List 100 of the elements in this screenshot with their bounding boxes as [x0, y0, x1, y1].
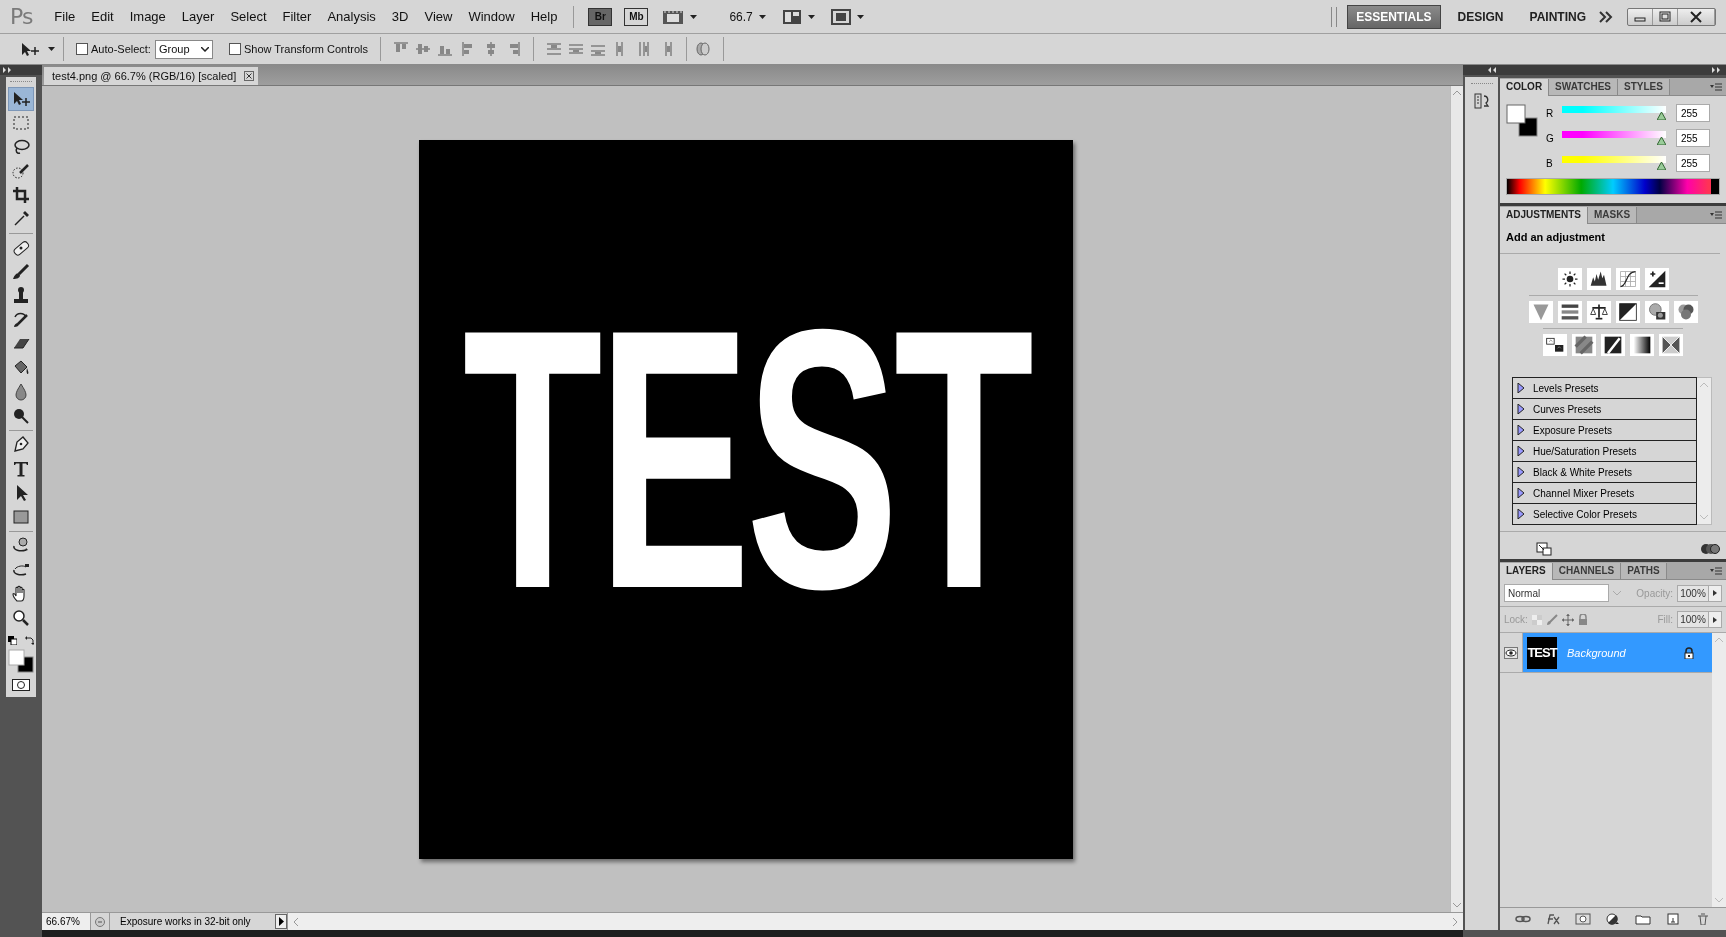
- channel-value-field[interactable]: 255: [1676, 154, 1710, 172]
- play-arrow-icon[interactable]: [1713, 616, 1717, 623]
- menu-item[interactable]: Filter: [274, 9, 320, 24]
- caret-icon[interactable]: [48, 47, 55, 51]
- panel-tab[interactable]: CHANNELS: [1552, 563, 1622, 579]
- menu-item[interactable]: Layer: [173, 9, 223, 24]
- move-tool-icon[interactable]: [20, 41, 42, 57]
- color-spectrum[interactable]: [1506, 178, 1720, 195]
- history-panel-icon[interactable]: [1472, 92, 1491, 110]
- posterize-icon[interactable]: [1572, 334, 1596, 356]
- foreground-background-swatch-icon[interactable]: [1506, 104, 1538, 138]
- menu-item[interactable]: File: [46, 9, 84, 24]
- workspace-button[interactable]: DESIGN: [1448, 4, 1513, 29]
- channel-value-field[interactable]: 255: [1676, 104, 1710, 122]
- link-layers-icon[interactable]: [1515, 913, 1531, 925]
- status-menu-icon[interactable]: [275, 914, 287, 929]
- document-tab[interactable]: test4.png @ 66.7% (RGB/16) [scaled]: [44, 67, 259, 85]
- collapsed-triangle-icon[interactable]: [1517, 383, 1525, 393]
- panel-tab[interactable]: LAYERS: [1500, 563, 1553, 580]
- channel-value-field[interactable]: 255: [1676, 129, 1710, 147]
- quick-mask-icon[interactable]: [12, 679, 30, 691]
- exposure-icon[interactable]: [1644, 268, 1669, 290]
- caret-icon[interactable]: [856, 14, 864, 19]
- color-swatches-icon[interactable]: [8, 649, 34, 673]
- fill-field[interactable]: 100%: [1677, 611, 1709, 628]
- desaturate-icon[interactable]: [1615, 301, 1640, 323]
- new-group-icon[interactable]: [1635, 913, 1651, 925]
- levels-icon[interactable]: [1586, 268, 1611, 290]
- slider-thumb-icon[interactable]: [1657, 162, 1666, 170]
- panel-menu-icon[interactable]: [1710, 210, 1722, 219]
- panel-tab[interactable]: ADJUSTMENTS: [1500, 207, 1588, 224]
- layer-row[interactable]: TEST Background: [1523, 633, 1712, 672]
- threshold-icon[interactable]: [1601, 334, 1625, 356]
- auto-align-icon[interactable]: [695, 42, 712, 56]
- collapsed-triangle-icon[interactable]: [1517, 509, 1525, 519]
- preset-item[interactable]: Levels Presets: [1513, 378, 1697, 399]
- default-colors-icon[interactable]: [8, 636, 17, 645]
- photo-filter-icon[interactable]: [1644, 301, 1669, 323]
- channel-slider[interactable]: [1562, 156, 1666, 170]
- menu-item[interactable]: View: [416, 9, 461, 24]
- checkbox[interactable]: [76, 43, 88, 55]
- preset-item[interactable]: Curves Presets: [1513, 399, 1697, 420]
- gradient-map-icon[interactable]: [1630, 334, 1654, 356]
- move-tool-icon[interactable]: [8, 87, 34, 111]
- close-icon[interactable]: [244, 71, 255, 81]
- arrange-documents-icon[interactable]: [781, 8, 802, 25]
- opacity-field[interactable]: 100%: [1677, 584, 1709, 602]
- channel-slider[interactable]: [1562, 106, 1666, 120]
- hue-saturation-icon[interactable]: [1557, 301, 1582, 323]
- preset-item[interactable]: Channel Mixer Presets: [1513, 483, 1697, 504]
- preset-item[interactable]: Exposure Presets: [1513, 420, 1697, 441]
- expand-panel-icon[interactable]: [1712, 67, 1722, 73]
- mini-bridge-button[interactable]: Mb: [624, 7, 649, 26]
- play-arrow-icon[interactable]: [1713, 590, 1717, 596]
- slider-thumb-icon[interactable]: [1657, 112, 1666, 120]
- menu-item[interactable]: Image: [121, 9, 174, 24]
- workspace-button[interactable]: PAINTING: [1520, 4, 1595, 29]
- layer-style-icon[interactable]: [1545, 913, 1561, 925]
- caret-icon[interactable]: [758, 14, 766, 19]
- screen-mode-icon[interactable]: [830, 8, 851, 25]
- caret-icon[interactable]: [807, 14, 815, 19]
- panel-menu-icon[interactable]: [1710, 566, 1722, 575]
- return-to-list-icon[interactable]: [1536, 542, 1552, 556]
- clip-to-layer-icon[interactable]: [1700, 542, 1720, 556]
- menu-item[interactable]: Analysis: [319, 9, 384, 24]
- menu-item[interactable]: Window: [460, 9, 523, 24]
- collapsed-triangle-icon[interactable]: [1517, 467, 1525, 477]
- slider-thumb-icon[interactable]: [1657, 137, 1666, 145]
- preset-item[interactable]: Black & White Presets: [1513, 462, 1697, 483]
- panel-tab[interactable]: COLOR: [1500, 79, 1550, 96]
- collapsed-triangle-icon[interactable]: [1517, 404, 1525, 414]
- selective-color-icon[interactable]: [1659, 334, 1683, 356]
- film-strip-icon[interactable]: [662, 8, 685, 25]
- more-workspaces-icon[interactable]: [1599, 10, 1613, 23]
- auto-select-dropdown[interactable]: Group: [154, 39, 213, 59]
- invert-icon[interactable]: [1543, 334, 1567, 356]
- collapse-panel-icon[interactable]: [1488, 67, 1498, 73]
- new-layer-icon[interactable]: [1665, 913, 1681, 925]
- preset-item[interactable]: Hue/Saturation Presets: [1513, 441, 1697, 462]
- layer-mask-icon[interactable]: [1575, 913, 1591, 925]
- panel-tab[interactable]: PATHS: [1621, 563, 1667, 579]
- eye-icon[interactable]: [1504, 646, 1518, 659]
- curves-icon[interactable]: [1615, 268, 1640, 290]
- lock-move-icon[interactable]: [1561, 613, 1574, 626]
- workspace-button[interactable]: ESSENTIALS: [1347, 4, 1441, 29]
- expand-panel-icon[interactable]: [3, 67, 13, 73]
- panel-tab[interactable]: STYLES: [1618, 79, 1670, 95]
- caret-icon[interactable]: [690, 14, 698, 19]
- collapsed-triangle-icon[interactable]: [1517, 488, 1525, 498]
- menu-item[interactable]: Edit: [83, 9, 122, 24]
- swap-colors-icon[interactable]: [25, 636, 34, 645]
- panel-tab[interactable]: MASKS: [1588, 207, 1638, 223]
- brightness-icon[interactable]: [1557, 268, 1582, 290]
- channel-mixer-icon[interactable]: [1673, 301, 1698, 323]
- collapsed-triangle-icon[interactable]: [1517, 425, 1525, 435]
- panel-tab[interactable]: SWATCHES: [1549, 79, 1619, 95]
- checkbox[interactable]: [228, 43, 241, 55]
- panel-menu-icon[interactable]: [1710, 82, 1722, 91]
- menu-item[interactable]: Help: [522, 9, 566, 24]
- delete-layer-icon[interactable]: [1695, 913, 1711, 925]
